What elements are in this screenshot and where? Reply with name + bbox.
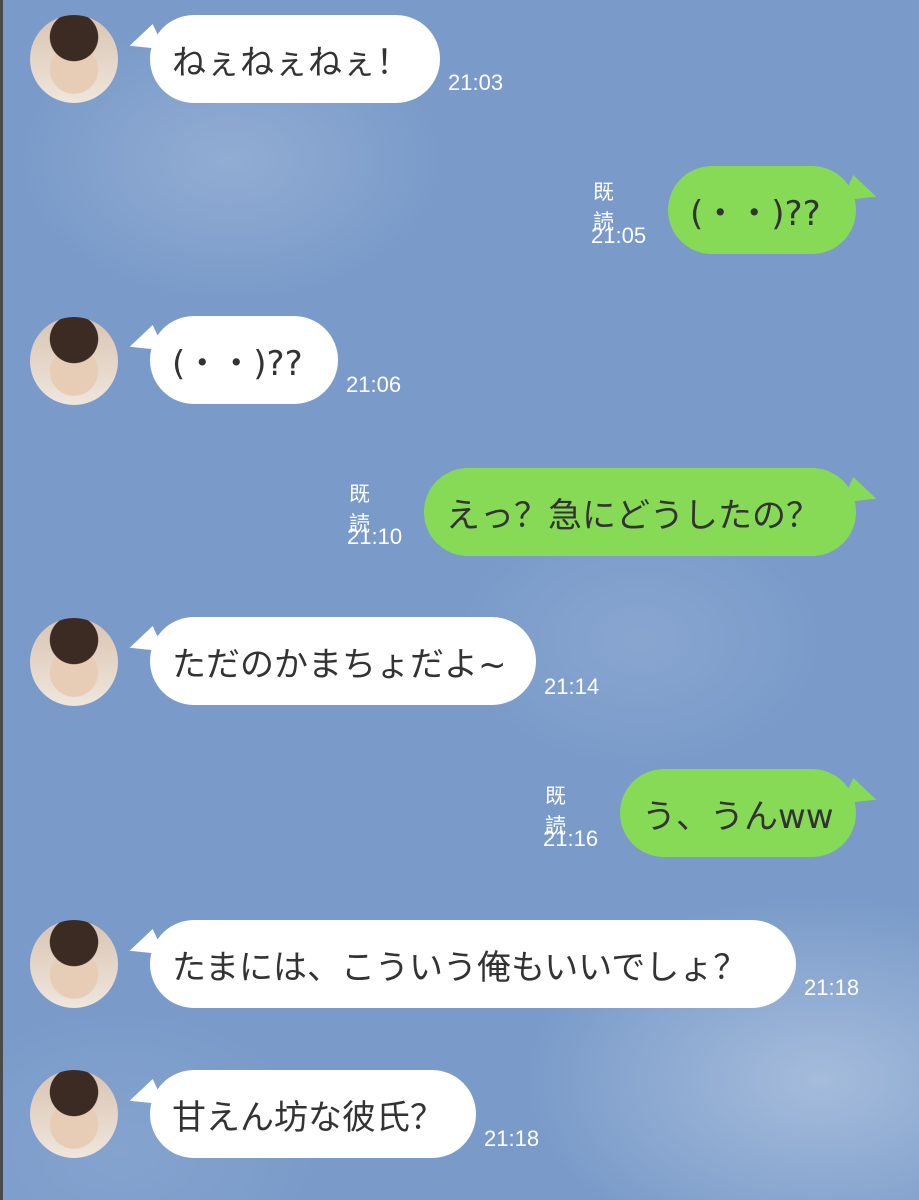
- avatar[interactable]: [30, 618, 118, 706]
- bubble-tail: [125, 324, 165, 364]
- bubble-tail: [125, 625, 165, 665]
- message-text: う、うんww: [642, 796, 834, 837]
- avatar[interactable]: [30, 1070, 118, 1158]
- message-bubble[interactable]: (・・)??: [668, 166, 881, 254]
- message-bubble[interactable]: 甘えん坊な彼氏？: [125, 1070, 476, 1158]
- message-bubble[interactable]: ねぇねぇねぇ！: [125, 15, 440, 103]
- bubble-tail: [125, 1078, 165, 1118]
- message-text: たまには、こういう俺もいいでしょ？: [172, 947, 748, 988]
- avatar[interactable]: [30, 15, 118, 103]
- message-text: ただのかまちょだよ~: [172, 644, 507, 685]
- message-bubble[interactable]: ただのかまちょだよ~: [125, 617, 536, 705]
- bubble-tail: [841, 174, 881, 214]
- window-edge: [0, 0, 3, 1200]
- message-bubble[interactable]: えっ？急にどうしたの？: [424, 468, 881, 556]
- message-text: ねぇねぇねぇ！: [172, 42, 410, 83]
- message-time: 21:05: [591, 223, 647, 248]
- message-bubble[interactable]: (・・)??: [125, 316, 338, 404]
- message-text: 甘えん坊な彼氏？: [172, 1097, 444, 1138]
- message-text: (・・)??: [690, 193, 821, 234]
- bubble-tail: [125, 928, 165, 968]
- message-bubble[interactable]: う、うんww: [620, 769, 881, 857]
- message-text: えっ？急にどうしたの？: [446, 495, 820, 536]
- bubble-tail: [125, 23, 165, 63]
- message-time: 21:06: [346, 372, 402, 397]
- message-time: 21:14: [544, 674, 600, 699]
- bubble-tail: [841, 777, 881, 817]
- avatar[interactable]: [30, 317, 118, 405]
- bubble-tail: [841, 476, 881, 516]
- message-text: (・・)??: [172, 343, 303, 384]
- message-time: 21:10: [347, 524, 403, 549]
- message-bubble[interactable]: たまには、こういう俺もいいでしょ？: [125, 920, 796, 1008]
- message-time: 21:03: [448, 70, 504, 95]
- message-time: 21:16: [543, 826, 599, 851]
- message-time: 21:18: [804, 975, 860, 1000]
- message-time: 21:18: [484, 1126, 540, 1151]
- avatar[interactable]: [30, 920, 118, 1008]
